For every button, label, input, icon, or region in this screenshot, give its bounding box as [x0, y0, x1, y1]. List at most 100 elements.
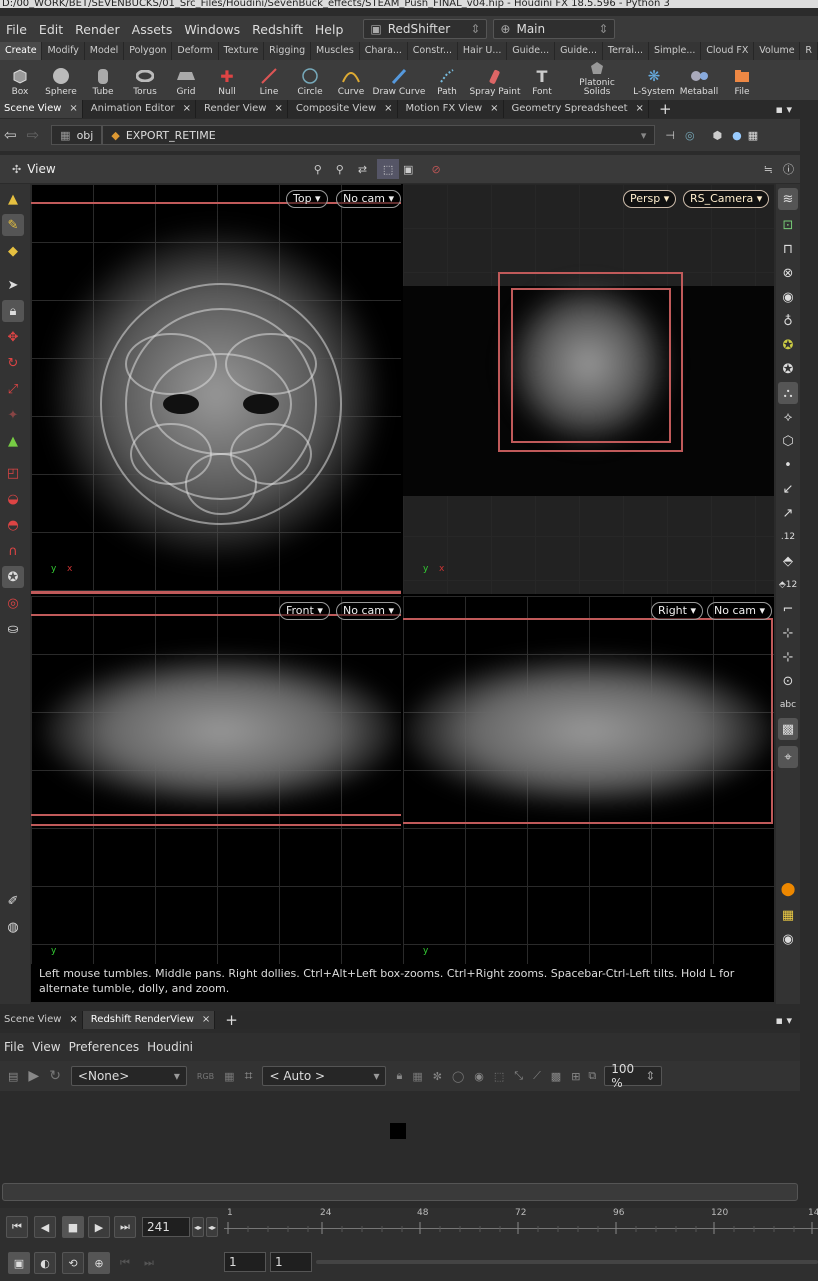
view-type-dropdown[interactable]: Persp ▾ [623, 190, 677, 208]
camera-select-dropdown[interactable]: < Auto > ▾ [262, 1066, 387, 1086]
rv-menu-preferences[interactable]: Preferences [65, 1040, 144, 1054]
global-anim-icon[interactable]: ⊕ [88, 1252, 110, 1274]
move-icon[interactable]: ✥ [2, 326, 24, 348]
shading-icon[interactable]: ◉ [778, 286, 798, 308]
tab-scene-view[interactable]: Scene View × [0, 100, 83, 118]
shelf-tab-guide-brushes[interactable]: Guide... [555, 42, 603, 60]
audio-icon[interactable]: ◐ [34, 1252, 56, 1274]
handle-tool-icon[interactable]: ◆ [2, 240, 24, 262]
render-region-icon[interactable]: ⛀ [2, 618, 24, 640]
snowflake-icon[interactable]: ✼ [433, 1070, 442, 1083]
pane-menu-icon[interactable]: ▪ ▾ [776, 103, 792, 116]
tab-geometry-spreadsheet[interactable]: Geometry Spreadsheet × [504, 100, 649, 118]
layout-icon[interactable]: ▦ [748, 129, 758, 142]
shelf-tab-cloud-fx[interactable]: Cloud FX [701, 42, 755, 60]
shelf-tab-terrain[interactable]: Terrai... [603, 42, 649, 60]
pose-tool-icon[interactable]: ✎ [2, 214, 24, 236]
pane-menu-icon[interactable]: ▪ ▾ [776, 1014, 792, 1027]
transform-icon[interactable]: ⇄ [358, 163, 367, 176]
camera-dropdown[interactable]: No cam ▾ [707, 602, 772, 620]
ghost-icon[interactable]: ⊡ [778, 214, 798, 236]
tool-file[interactable]: File [722, 60, 762, 100]
forward-arrow-icon[interactable]: ⇨ [27, 126, 40, 144]
add-tab-icon[interactable]: + [659, 100, 672, 118]
menu-file[interactable]: File [0, 22, 33, 37]
close-icon[interactable]: × [636, 100, 644, 118]
menu-help[interactable]: Help [309, 22, 350, 37]
template-icon[interactable]: ⬡ [778, 430, 798, 452]
scale-icon[interactable]: ⤢ [2, 378, 24, 400]
current-frame-field[interactable]: 241 [142, 1217, 190, 1237]
tool-draw-curve[interactable]: Draw Curve [372, 60, 426, 100]
display-options-icon[interactable]: ⬢ [713, 129, 723, 142]
play-icon[interactable]: ▶ [88, 1216, 110, 1238]
eye-icon[interactable]: ◉ [778, 928, 798, 950]
next-key-icon[interactable]: ◂▸ [206, 1217, 218, 1237]
tool-sphere[interactable]: Sphere [40, 60, 82, 100]
lights-icon[interactable]: ✪ [778, 358, 798, 380]
shelf-tab-volume[interactable]: Volume [754, 42, 801, 60]
point-icon[interactable]: • [778, 454, 798, 476]
shelf-tab-modify[interactable]: Modify [42, 42, 85, 60]
camera-icon[interactable]: ✪ [2, 566, 24, 588]
viewport-area[interactable]: y x Top ▾ No cam ▾ y x Persp ▾ RS_Camera… [31, 184, 774, 964]
snap-tool-icon[interactable]: ▲ [2, 430, 24, 452]
shelf-tab-texture[interactable]: Texture [219, 42, 265, 60]
select-arrow-icon[interactable]: ➤ [2, 274, 24, 296]
loop-icon[interactable]: ⟲ [62, 1252, 84, 1274]
menu-assets[interactable]: Assets [126, 22, 179, 37]
context-dropdown[interactable]: ⊕ Main ⇕ [493, 19, 616, 39]
hide-icon[interactable]: ⊗ [778, 262, 798, 284]
lighting-icon[interactable]: ● [732, 129, 742, 142]
link-icon[interactable]: ◎ [685, 129, 695, 142]
shelf-tab-characters[interactable]: Chara... [360, 42, 408, 60]
record-icon[interactable]: ⊙ [778, 670, 798, 692]
shelf-tab-hair-utils[interactable]: Hair U... [458, 42, 508, 60]
fit-icon[interactable]: ⤡ [514, 1069, 523, 1083]
aov-dropdown[interactable]: <None> ▾ [70, 1066, 187, 1086]
shelf-tab-simple-fx[interactable]: Simple... [649, 42, 702, 60]
add-tab-icon[interactable]: + [225, 1011, 238, 1029]
close-icon[interactable]: × [183, 100, 191, 118]
lock-icon[interactable]: 🔒︎ [396, 1069, 402, 1083]
shelf-tab-rigging[interactable]: Rigging [264, 42, 312, 60]
menu-edit[interactable]: Edit [33, 22, 69, 37]
close-icon[interactable]: × [69, 100, 77, 118]
tool-lsystem[interactable]: ❋ L-System [632, 60, 676, 100]
magnet-icon[interactable]: ⚲ [336, 163, 344, 176]
focus-icon[interactable]: ◉ [474, 1070, 484, 1083]
add-snapshot-icon[interactable]: ⊞ [571, 1070, 580, 1083]
tab-motion-fx-view[interactable]: Motion FX View × [398, 100, 504, 118]
tool-metaball[interactable]: Metaball [676, 60, 722, 100]
light-icon[interactable]: ◎ [2, 592, 24, 614]
tab-animation-editor[interactable]: Animation Editor × [83, 100, 196, 118]
jump-end-icon[interactable]: ⏭ [114, 1216, 136, 1238]
camera-dropdown[interactable]: No cam ▾ [336, 602, 401, 620]
tool-line[interactable]: Line [248, 60, 290, 100]
sphere-view-icon[interactable]: ◍ [2, 916, 24, 938]
uv-icon[interactable]: ⊹ [778, 622, 798, 644]
shelf-tab-deform[interactable]: Deform [172, 42, 219, 60]
headlight-icon[interactable]: ✪ [778, 334, 798, 356]
viewport-front[interactable]: y Front ▾ No cam ▾ [31, 596, 401, 964]
clapper-icon[interactable]: ▤ [8, 1070, 18, 1083]
tab-composite-view[interactable]: Composite View × [288, 100, 398, 118]
shelf-tab-guide-process[interactable]: Guide... [507, 42, 556, 60]
tool-curve[interactable]: Curve [330, 60, 372, 100]
path-node[interactable]: ◆ EXPORT_RETIME ▾ [102, 125, 656, 145]
prim-icon[interactable]: ⬘ [778, 550, 798, 572]
help-icon[interactable]: ⓘ [783, 161, 794, 177]
rgb-icon[interactable]: RGB [197, 1072, 214, 1081]
viewport-persp[interactable]: y x Persp ▾ RS_Camera ▾ [403, 184, 774, 594]
pin-icon[interactable]: ⊣ [665, 129, 675, 142]
rv-menu-houdini[interactable]: Houdini [143, 1040, 197, 1054]
view-handle-icon[interactable]: ✣ [12, 163, 21, 176]
view-type-dropdown[interactable]: Front ▾ [279, 602, 330, 620]
wand-icon[interactable]: ⟋ [533, 1069, 541, 1083]
warning-icon[interactable]: ⬤ [778, 878, 798, 900]
tool-box[interactable]: Box [0, 60, 40, 100]
viewport-top[interactable]: y x Top ▾ No cam ▾ [31, 184, 401, 594]
tool-spray-paint[interactable]: Spray Paint [468, 60, 522, 100]
close-icon[interactable]: × [69, 1011, 77, 1029]
select-mode-icon[interactable]: ⬚ [377, 159, 400, 179]
